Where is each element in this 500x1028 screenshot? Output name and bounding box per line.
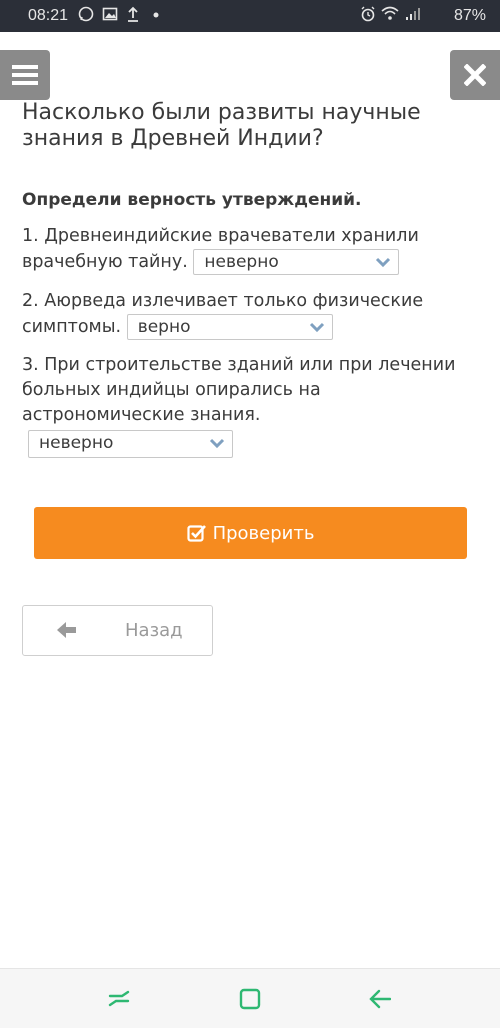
- whatsapp-icon: [78, 6, 94, 26]
- hamburger-icon: [12, 65, 38, 85]
- select-value: неверно: [39, 433, 114, 453]
- answer-select-1[interactable]: неверно: [193, 249, 400, 275]
- status-time: 08:21: [28, 7, 69, 24]
- check-button-label: Проверить: [212, 522, 315, 544]
- statement-3: 3. При строительстве зданий или при лече…: [22, 353, 472, 428]
- checkbox-check-icon: [186, 525, 206, 542]
- close-button[interactable]: [450, 50, 500, 100]
- wifi-icon: [381, 6, 399, 26]
- status-bar: 08:21 87%: [0, 0, 500, 32]
- select-value: неверно: [204, 252, 279, 272]
- question-instruction: Определи верность утверждений.: [22, 190, 362, 210]
- question-title: Насколько были развиты научные знания в …: [22, 100, 421, 151]
- recent-apps-icon[interactable]: [108, 988, 130, 1014]
- answer-select-3[interactable]: неверно: [28, 430, 233, 458]
- statement-text: 3. При строительстве зданий или при лече…: [22, 355, 456, 425]
- alarm-icon: [360, 6, 376, 26]
- back-button-label: Назад: [125, 620, 183, 641]
- home-icon[interactable]: [239, 988, 261, 1014]
- signal-icon: [404, 6, 420, 26]
- upload-icon: [126, 6, 140, 26]
- chevron-down-icon: [309, 322, 324, 333]
- dot-icon: [152, 8, 160, 26]
- arrow-left-icon: [57, 622, 76, 638]
- close-icon: [464, 64, 486, 86]
- check-button[interactable]: Проверить: [34, 507, 467, 559]
- back-nav-icon[interactable]: [369, 988, 392, 1014]
- chevron-down-icon: [376, 257, 391, 268]
- select-value: верно: [137, 317, 191, 337]
- answer-select-2[interactable]: верно: [126, 314, 333, 340]
- statement-2: 2. Аюрведа излечивает только физические …: [22, 289, 472, 340]
- back-button[interactable]: Назад: [22, 605, 213, 656]
- battery-level: 87%: [453, 7, 486, 24]
- system-nav-bar: [0, 968, 500, 1028]
- image-icon: [102, 6, 118, 26]
- statement-1: 1. Древнеиндийские врачеватели хранили в…: [22, 224, 472, 275]
- menu-button[interactable]: [0, 50, 50, 100]
- chevron-down-icon: [209, 438, 225, 449]
